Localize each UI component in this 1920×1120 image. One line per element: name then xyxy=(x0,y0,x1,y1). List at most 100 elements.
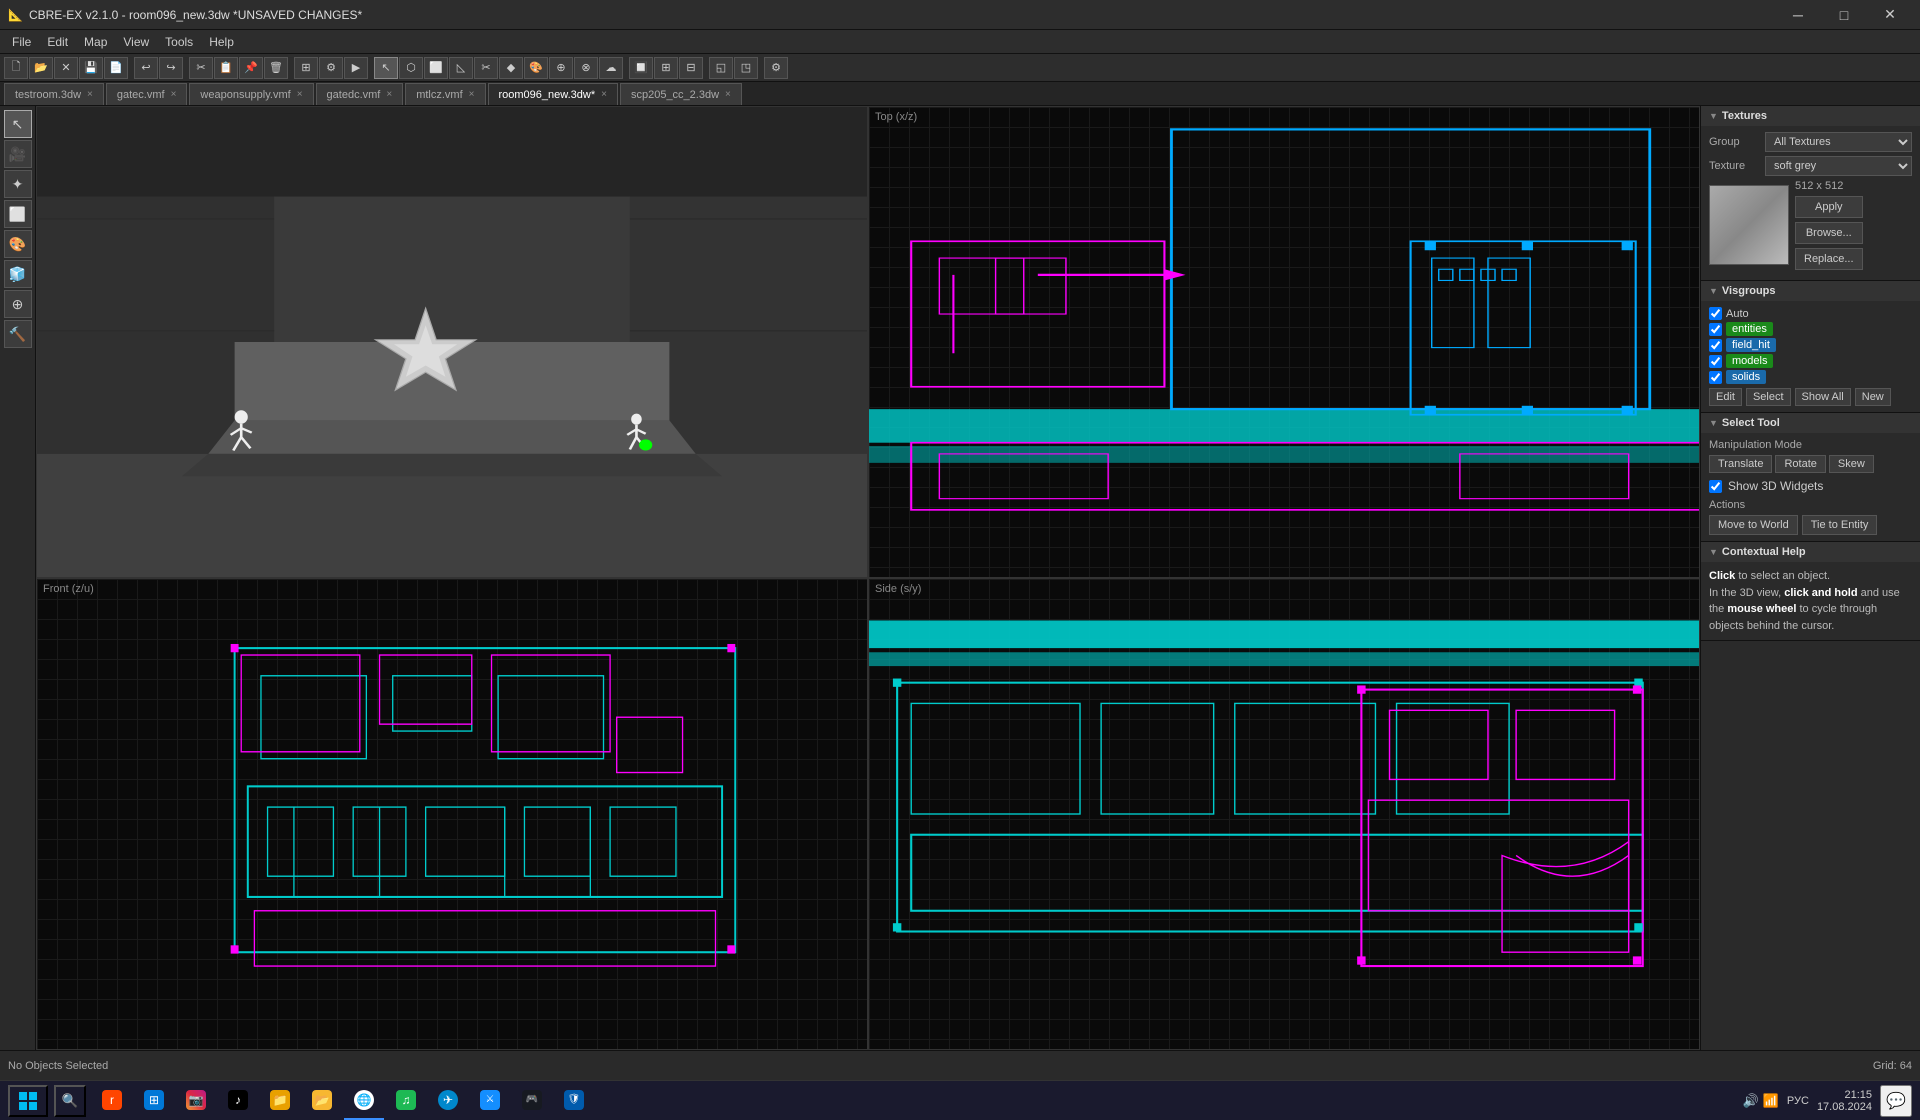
taskbar-tiktok[interactable]: ♪ xyxy=(218,1082,258,1120)
visgroup-select-btn[interactable]: Select xyxy=(1746,388,1791,406)
textures-header[interactable]: ▼ Textures xyxy=(1701,106,1920,126)
tab-gatec-close[interactable]: × xyxy=(171,89,177,100)
tab-mtlcz[interactable]: mtlcz.vmf × xyxy=(405,83,485,105)
tb-paste[interactable]: 📌 xyxy=(239,57,263,79)
lt-model[interactable]: 🧊 xyxy=(4,260,32,288)
tb-open[interactable]: 📂 xyxy=(29,57,53,79)
tb-render2[interactable]: ◳ xyxy=(734,57,758,79)
lt-entity[interactable]: ✦ xyxy=(4,170,32,198)
contextual-help-header[interactable]: ▼ Contextual Help xyxy=(1701,542,1920,562)
taskbar-reddit[interactable]: r xyxy=(92,1082,132,1120)
show-3d-check[interactable] xyxy=(1709,480,1722,493)
menu-view[interactable]: View xyxy=(115,33,157,51)
viewport-top[interactable]: Top (x/z) xyxy=(868,106,1700,578)
tab-weaponsupply-close[interactable]: × xyxy=(297,89,303,100)
taskbar-steam[interactable]: 🎮 xyxy=(512,1082,552,1120)
tb-close[interactable]: ✕ xyxy=(54,57,78,79)
tb-grid[interactable]: ⊞ xyxy=(294,57,318,79)
notification-button[interactable]: 💬 xyxy=(1880,1085,1912,1117)
move-to-world-btn[interactable]: Move to World xyxy=(1709,515,1798,535)
visgroup-showall-btn[interactable]: Show All xyxy=(1795,388,1851,406)
taskbar-battle[interactable]: ⚔ xyxy=(470,1082,510,1120)
tb-settings[interactable]: ⚙ xyxy=(764,57,788,79)
menu-edit[interactable]: Edit xyxy=(39,33,76,51)
menu-file[interactable]: File xyxy=(4,33,39,51)
tb-snap3[interactable]: ⊟ xyxy=(679,57,703,79)
tb-copy[interactable]: 📋 xyxy=(214,57,238,79)
taskbar-chrome[interactable]: 🌐 xyxy=(344,1082,384,1120)
tb-snap[interactable]: 🔲 xyxy=(629,57,653,79)
tb-vertex[interactable]: ◆ xyxy=(499,57,523,79)
tb-run[interactable]: ▶ xyxy=(344,57,368,79)
texture-select[interactable]: soft grey xyxy=(1765,156,1912,176)
lt-overlay[interactable]: ⊕ xyxy=(4,290,32,318)
taskbar-explorer[interactable]: 📂 xyxy=(302,1082,342,1120)
tb-save[interactable]: 💾 xyxy=(79,57,103,79)
tab-testroom-close[interactable]: × xyxy=(87,89,93,100)
maximize-button[interactable]: □ xyxy=(1822,0,1866,30)
start-button[interactable] xyxy=(8,1085,48,1117)
tab-mtlcz-close[interactable]: × xyxy=(469,89,475,100)
tab-weaponsupply[interactable]: weaponsupply.vmf × xyxy=(189,83,313,105)
tb-snap2[interactable]: ⊞ xyxy=(654,57,678,79)
tab-testroom[interactable]: testroom.3dw × xyxy=(4,83,104,105)
visgroups-header[interactable]: ▼ Visgroups xyxy=(1701,281,1920,301)
tab-room096[interactable]: room096_new.3dw* × xyxy=(488,83,618,105)
tb-delete[interactable]: 🗑 xyxy=(264,57,288,79)
lt-texture[interactable]: 🎨 xyxy=(4,230,32,258)
menu-map[interactable]: Map xyxy=(76,33,115,51)
skew-btn[interactable]: Skew xyxy=(1829,455,1874,473)
taskbar-telegram[interactable]: ✈ xyxy=(428,1082,468,1120)
tb-overlay[interactable]: ⊗ xyxy=(574,57,598,79)
tb-clip[interactable]: ✂ xyxy=(474,57,498,79)
visgroup-field-hit-check[interactable] xyxy=(1709,339,1722,352)
tb-3d-sky[interactable]: ☁ xyxy=(599,57,623,79)
tb-wedge[interactable]: ◺ xyxy=(449,57,473,79)
menu-help[interactable]: Help xyxy=(201,33,242,51)
tb-texture[interactable]: 🎨 xyxy=(524,57,548,79)
browse-button[interactable]: Browse... xyxy=(1795,222,1863,244)
tb-redo[interactable]: ↪ xyxy=(159,57,183,79)
tab-gatedc[interactable]: gatedc.vmf × xyxy=(316,83,404,105)
viewport-side[interactable]: Side (s/y) xyxy=(868,578,1700,1050)
taskbar-files[interactable]: 📁 xyxy=(260,1082,300,1120)
taskbar-store[interactable]: ⊞ xyxy=(134,1082,174,1120)
lt-camera[interactable]: 🎥 xyxy=(4,140,32,168)
minimize-button[interactable]: ─ xyxy=(1776,0,1820,30)
viewport-3d[interactable] xyxy=(36,106,868,578)
replace-button[interactable]: Replace... xyxy=(1795,248,1863,270)
search-button[interactable]: 🔍 xyxy=(54,1085,86,1117)
tb-cut[interactable]: ✂ xyxy=(189,57,213,79)
viewport-front[interactable]: Front (z/u) xyxy=(36,578,868,1050)
tb-select[interactable]: ↖ xyxy=(374,57,398,79)
group-select[interactable]: All Textures xyxy=(1765,132,1912,152)
translate-btn[interactable]: Translate xyxy=(1709,455,1772,473)
lt-hammer[interactable]: 🔨 xyxy=(4,320,32,348)
tb-block[interactable]: ⬜ xyxy=(424,57,448,79)
visgroup-edit-btn[interactable]: Edit xyxy=(1709,388,1742,406)
tab-scp205-close[interactable]: × xyxy=(725,89,731,100)
tb-decal[interactable]: ⊕ xyxy=(549,57,573,79)
apply-button[interactable]: Apply xyxy=(1795,196,1863,218)
rotate-btn[interactable]: Rotate xyxy=(1775,455,1825,473)
taskbar-instagram[interactable]: 📷 xyxy=(176,1082,216,1120)
select-tool-header[interactable]: ▼ Select Tool xyxy=(1701,413,1920,433)
tie-to-entity-btn[interactable]: Tie to Entity xyxy=(1802,515,1878,535)
tb-new[interactable]: 🗋 xyxy=(4,57,28,79)
tb-undo[interactable]: ↩ xyxy=(134,57,158,79)
visgroup-entities-check[interactable] xyxy=(1709,323,1722,336)
lt-select[interactable]: ↖ xyxy=(4,110,32,138)
tab-gatedc-close[interactable]: × xyxy=(386,89,392,100)
tab-scp205[interactable]: scp205_cc_2.3dw × xyxy=(620,83,742,105)
taskbar-spotify[interactable]: ♫ xyxy=(386,1082,426,1120)
visgroup-new-btn[interactable]: New xyxy=(1855,388,1891,406)
tb-compile[interactable]: ⚙ xyxy=(319,57,343,79)
tb-save-as[interactable]: 📄 xyxy=(104,57,128,79)
visgroup-models-check[interactable] xyxy=(1709,355,1722,368)
close-button[interactable]: ✕ xyxy=(1868,0,1912,30)
tab-room096-close[interactable]: × xyxy=(601,89,607,100)
lt-block[interactable]: ⬜ xyxy=(4,200,32,228)
taskbar-antivirus[interactable]: 🛡 xyxy=(554,1082,594,1120)
tb-entity[interactable]: ⬡ xyxy=(399,57,423,79)
visgroup-solids-check[interactable] xyxy=(1709,371,1722,384)
